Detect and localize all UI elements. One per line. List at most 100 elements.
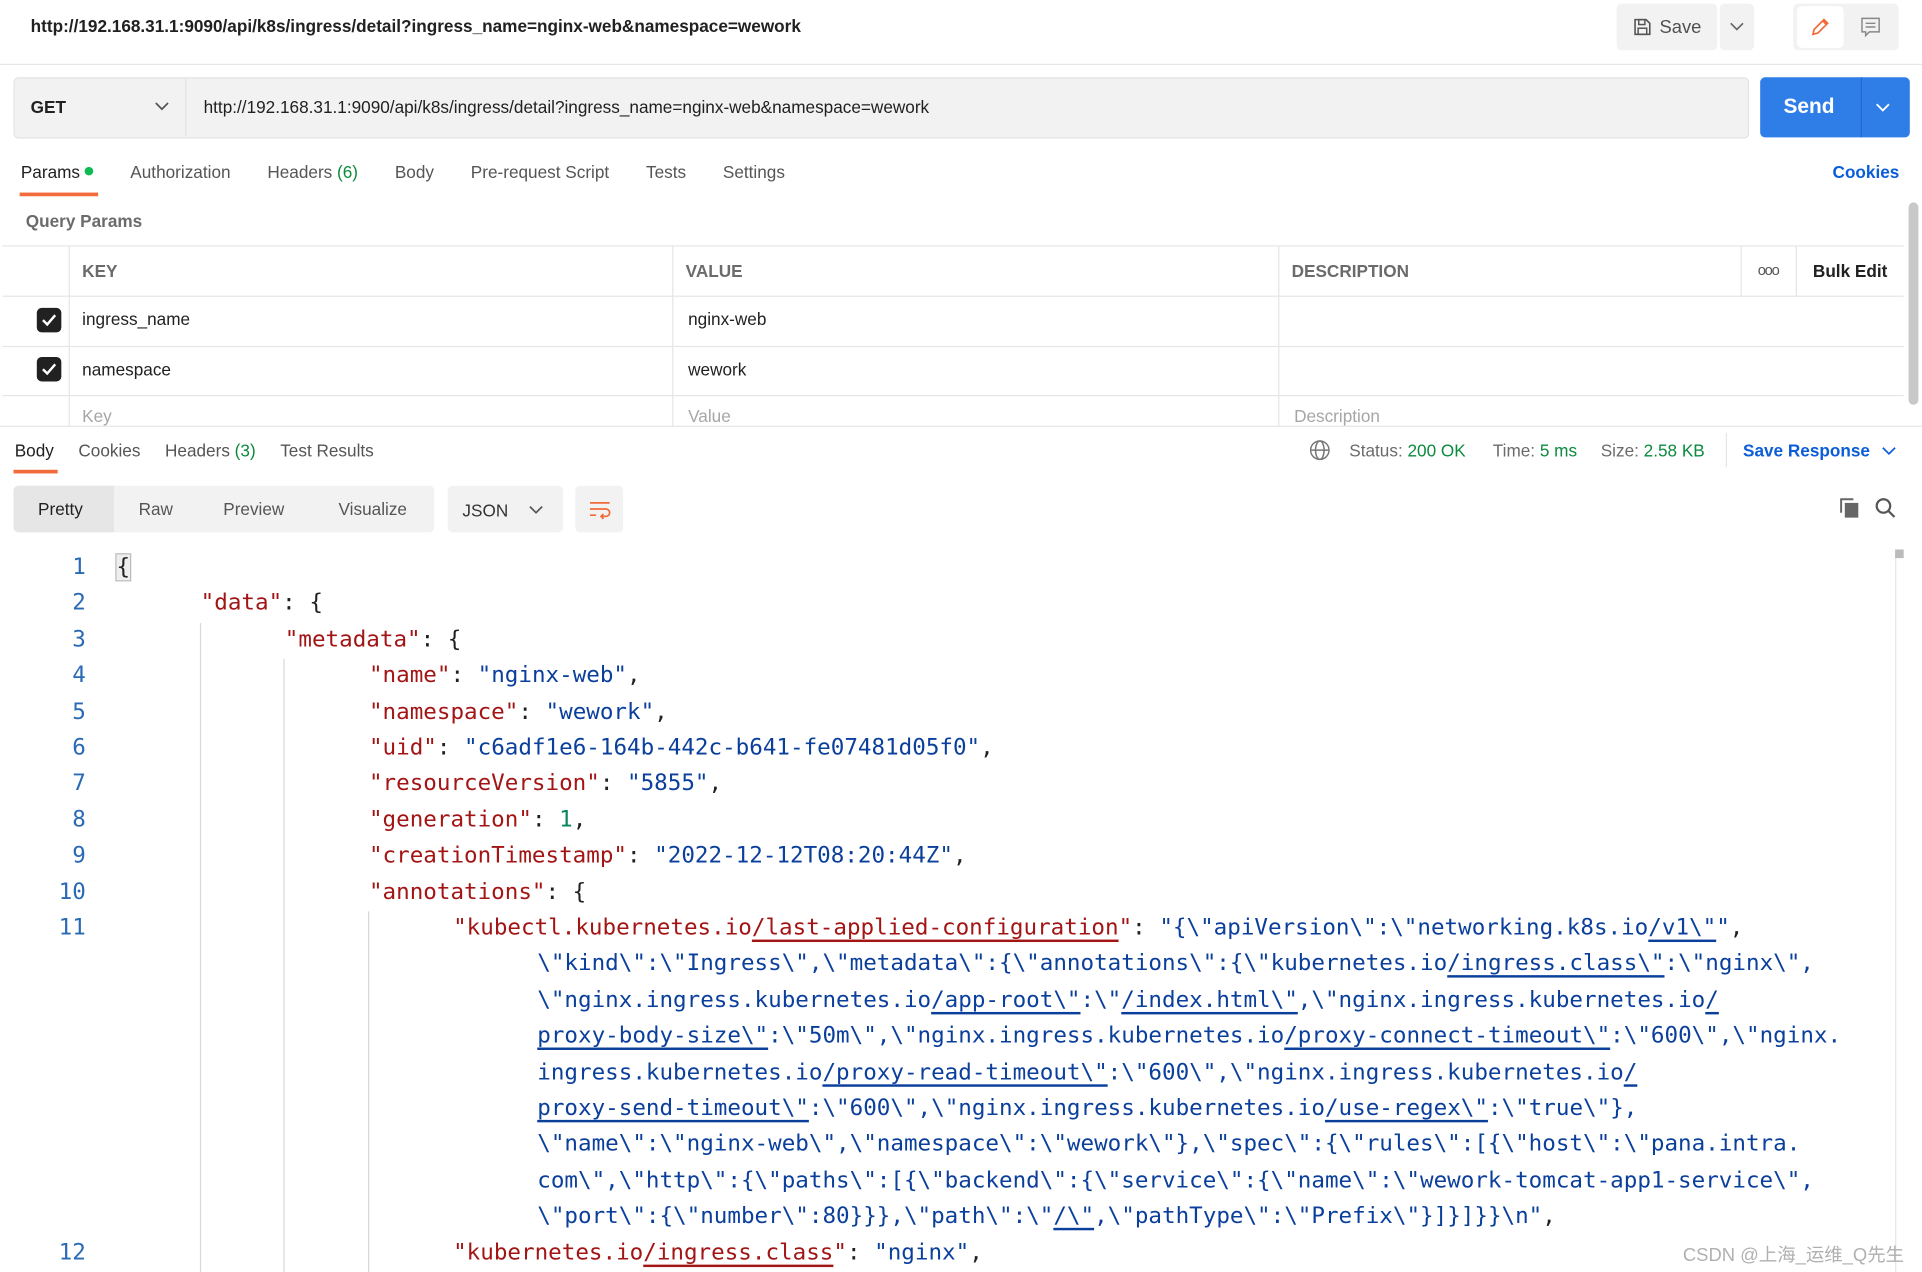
- active-tab-indicator: [19, 192, 99, 197]
- code-line: "annotations": {: [369, 874, 586, 910]
- tab-response-headers[interactable]: Headers (3): [165, 440, 256, 460]
- request-title[interactable]: http://192.168.31.1:9090/api/k8s/ingress…: [31, 16, 801, 36]
- json-key: "name": [368, 662, 451, 689]
- time-value: 5 ms: [1539, 440, 1578, 460]
- code-line: {: [115, 550, 132, 586]
- save-button[interactable]: Save: [1616, 3, 1718, 51]
- json-string-link[interactable]: /use-regex\": [1325, 1095, 1488, 1121]
- column-header-value: VALUE: [685, 261, 743, 281]
- json-punctuation: ,: [1729, 915, 1744, 941]
- params-scrollbar[interactable]: [1908, 202, 1919, 405]
- param-checkbox[interactable]: [36, 307, 62, 333]
- more-options-icon[interactable]: ooo: [1758, 261, 1780, 278]
- json-string-link[interactable]: /: [1705, 987, 1719, 1013]
- param-key[interactable]: namespace: [82, 359, 171, 379]
- chevron-down-icon[interactable]: [155, 94, 170, 115]
- json-string: :\"nginx\",: [1664, 951, 1814, 977]
- chevron-down-icon: [1882, 447, 1897, 456]
- line-number: 9: [72, 842, 86, 869]
- tab-body[interactable]: Body: [395, 162, 434, 182]
- http-method-select[interactable]: GET: [31, 97, 66, 117]
- tab-authorization[interactable]: Authorization: [130, 162, 230, 182]
- code-line: \"kind\":\"Ingress\",\"metadata\":{\"ann…: [537, 946, 1814, 982]
- language-label: JSON: [462, 500, 509, 521]
- search-icon[interactable]: [1874, 497, 1896, 523]
- json-string: ,\"pathType\":\"Prefix\"}]}]}}\n": [1094, 1203, 1543, 1230]
- json-string-link[interactable]: /\": [1053, 1204, 1094, 1230]
- tab-response-cookies[interactable]: Cookies: [78, 440, 140, 460]
- new-param-key-input[interactable]: Key: [82, 406, 112, 426]
- cookies-link[interactable]: Cookies: [1833, 162, 1900, 182]
- globe-icon[interactable]: [1309, 439, 1331, 465]
- response-size[interactable]: Size: 2.58 KB: [1601, 440, 1705, 460]
- language-select[interactable]: JSON: [447, 485, 564, 533]
- wrap-lines-button[interactable]: [575, 485, 624, 533]
- format-visualize[interactable]: Visualize: [339, 499, 407, 519]
- save-options-dropdown[interactable]: [1719, 3, 1755, 51]
- line-number: 2: [72, 590, 86, 617]
- tab-pre-request-script[interactable]: Pre-request Script: [471, 162, 609, 182]
- json-key-link[interactable]: /last-applied-configuration: [752, 915, 1119, 941]
- chevron-down-icon[interactable]: [1875, 94, 1890, 116]
- json-punctuation: ,: [969, 1239, 983, 1266]
- code-line: \"nginx.ingress.kubernetes.io/app-root\"…: [537, 982, 1719, 1018]
- tab-tests[interactable]: Tests: [646, 162, 686, 182]
- code-scrollbar[interactable]: [1895, 549, 1897, 1272]
- url-input[interactable]: http://192.168.31.1:9090/api/k8s/ingress…: [204, 97, 930, 117]
- bulk-edit-button[interactable]: Bulk Edit: [1813, 261, 1887, 281]
- response-time[interactable]: Time: 5 ms: [1493, 440, 1577, 460]
- send-button[interactable]: Send: [1760, 77, 1910, 138]
- response-body-viewer[interactable]: 1{2 "data": {3 "metadata": {4 "name": "ngin…: [0, 550, 1889, 1272]
- tab-response-body[interactable]: Body: [15, 440, 54, 460]
- json-punctuation: : {: [420, 626, 462, 653]
- json-string-link[interactable]: /index.html\": [1121, 987, 1298, 1013]
- tab-headers[interactable]: Headers (6): [267, 162, 358, 182]
- format-raw[interactable]: Raw: [139, 499, 173, 519]
- tab-label: Headers: [267, 161, 333, 182]
- param-checkbox[interactable]: [36, 356, 62, 382]
- edit-mode-button[interactable]: [1796, 6, 1844, 48]
- tab-settings[interactable]: Settings: [723, 162, 785, 182]
- json-string-link[interactable]: proxy-send-timeout\": [537, 1095, 809, 1121]
- json-string-link[interactable]: proxy-body-size\": [537, 1023, 768, 1049]
- line-number: 11: [58, 915, 86, 941]
- json-key: "annotations": [368, 878, 546, 905]
- response-status[interactable]: Status: 200 OK: [1349, 440, 1465, 460]
- json-string-link[interactable]: /proxy-connect-timeout\": [1284, 1023, 1610, 1049]
- indent-guide: [199, 623, 202, 1272]
- documentation-button[interactable]: [1850, 6, 1892, 48]
- save-label: Save: [1659, 16, 1702, 38]
- code-scrollbar-thumb[interactable]: [1895, 549, 1904, 559]
- new-param-value-input[interactable]: Value: [688, 406, 731, 426]
- param-key[interactable]: ingress_name: [82, 309, 190, 329]
- param-value[interactable]: wework: [688, 359, 746, 379]
- json-string: "c6adf1e6-164b-442c-b641-fe07481d05f0": [464, 734, 981, 761]
- tab-test-results[interactable]: Test Results: [280, 440, 374, 460]
- json-punctuation: ,: [708, 770, 723, 797]
- save-response-button[interactable]: Save Response: [1743, 440, 1897, 460]
- code-line: "name": "nginx-web",: [369, 658, 641, 694]
- json-string-link[interactable]: /ingress.class\": [1447, 951, 1664, 977]
- format-pretty[interactable]: Pretty: [38, 499, 83, 519]
- json-key-link[interactable]: /ingress.class: [643, 1240, 833, 1266]
- copy-icon[interactable]: [1839, 497, 1861, 523]
- line-number: 3: [72, 626, 86, 653]
- json-punctuation: : {: [545, 878, 587, 905]
- json-string-link[interactable]: /proxy-read-timeout\": [822, 1059, 1107, 1085]
- chevron-down-icon: [1730, 22, 1744, 31]
- tab-label: Headers: [164, 440, 230, 460]
- divider: [68, 246, 70, 427]
- json-string-link[interactable]: /v1\": [1648, 915, 1716, 941]
- json-string: \"name\":\"nginx-web\",\"namespace\":\"w…: [537, 1131, 1801, 1158]
- divider: [0, 425, 1922, 427]
- json-string-link[interactable]: /: [1624, 1059, 1638, 1085]
- code-line: proxy-send-timeout\":\"600\",\"nginx.ing…: [537, 1090, 1637, 1126]
- param-value[interactable]: nginx-web: [688, 309, 766, 329]
- new-param-description-input[interactable]: Description: [1294, 406, 1380, 426]
- json-punctuation: ,: [980, 734, 994, 761]
- format-preview[interactable]: Preview: [223, 499, 284, 519]
- json-string-link[interactable]: /app-root\": [931, 987, 1080, 1013]
- params-active-dot: [84, 166, 94, 176]
- tab-params[interactable]: Params: [21, 162, 94, 182]
- line-number: 12: [58, 1239, 86, 1266]
